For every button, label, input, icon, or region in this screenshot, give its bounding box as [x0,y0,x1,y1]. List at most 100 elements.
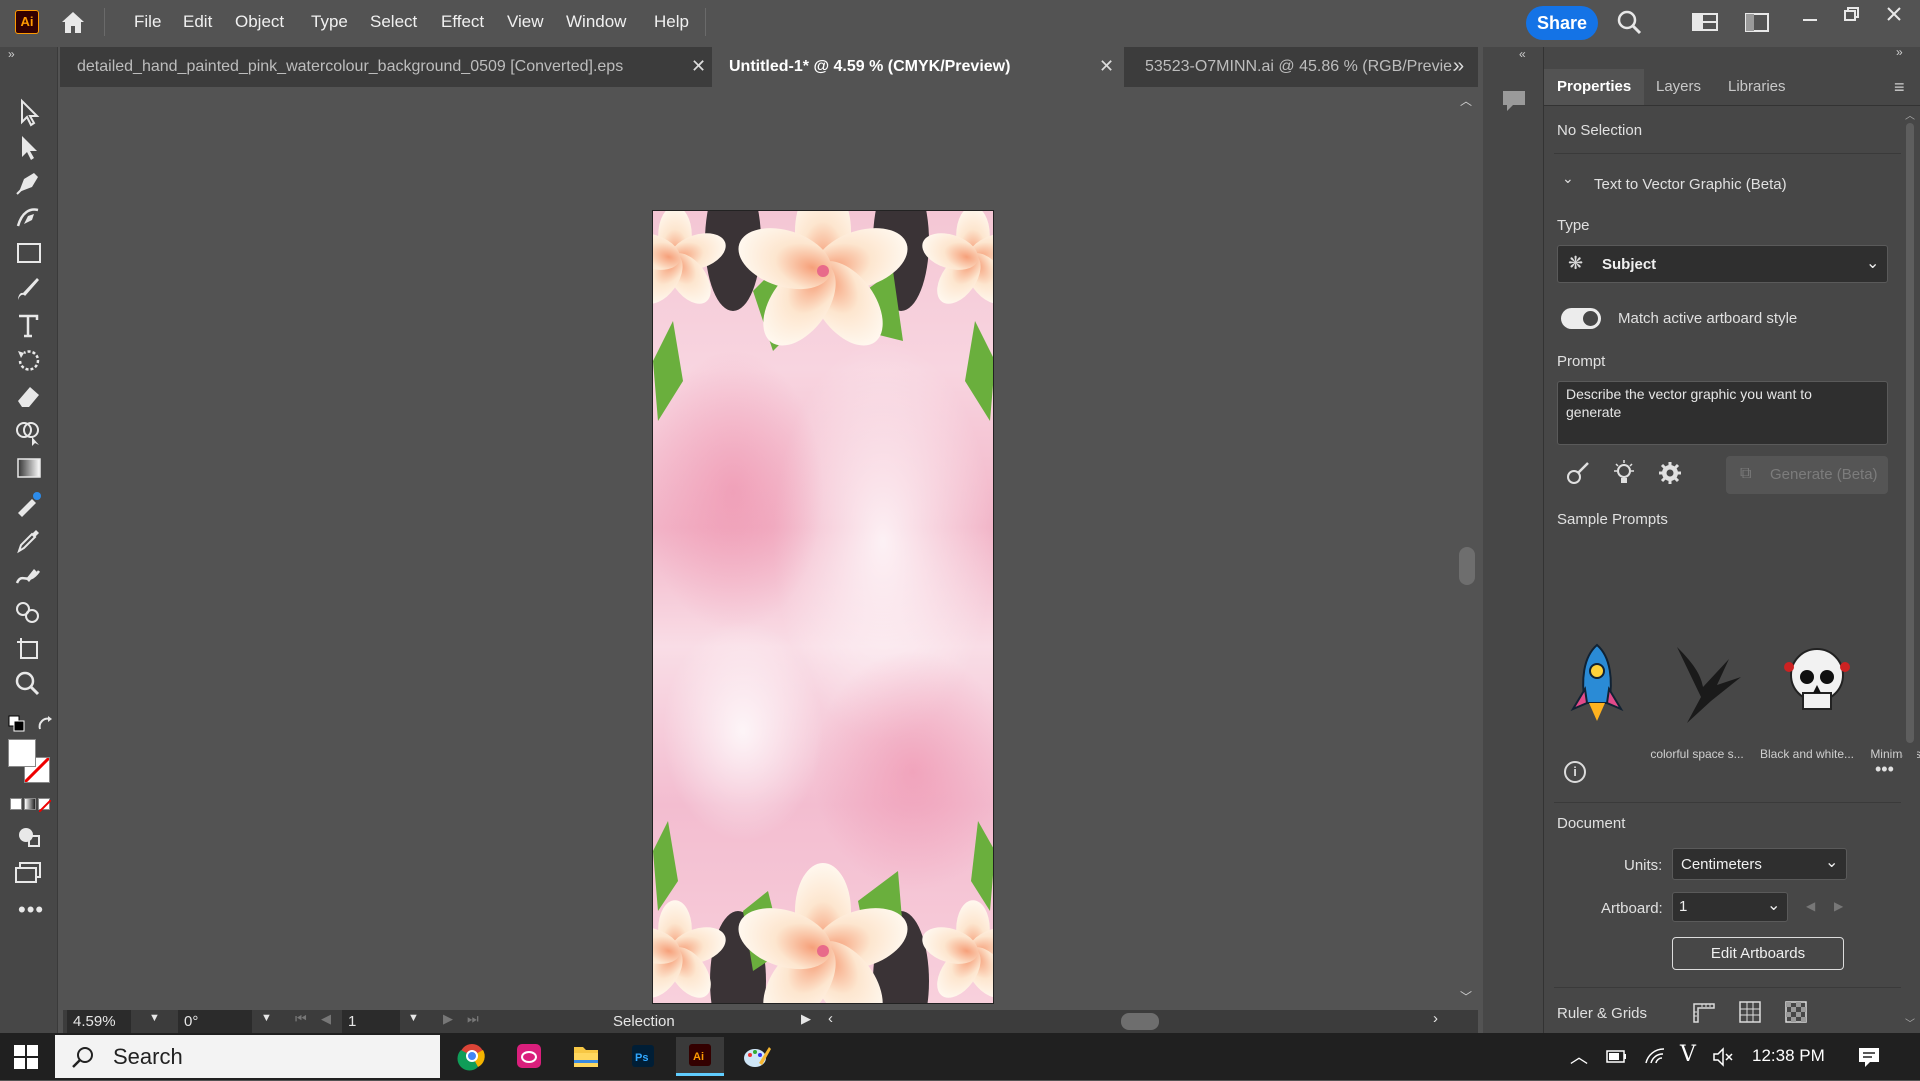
chevron-down-icon[interactable]: ⌄ [1562,170,1574,187]
vertical-scrollbar[interactable]: ︿ ﹀ [1456,90,1478,1008]
transparency-grid-button[interactable] [1784,1000,1808,1024]
collapse-panel-icon[interactable]: » [1896,45,1903,59]
sample-prompt-1[interactable]: colorful space s... [1547,637,1744,761]
settings-button[interactable] [1656,459,1684,487]
minimize-button[interactable] [1796,6,1826,34]
info-icon[interactable]: i [1564,761,1586,783]
start-button[interactable] [14,1045,38,1069]
panel-menu-icon[interactable]: ≡ [1894,77,1905,98]
menu-select[interactable]: Select [370,0,417,44]
canvas-area[interactable] [63,90,1453,1008]
tab-layers[interactable]: Layers [1656,69,1701,105]
close-window-button[interactable] [1880,2,1910,30]
draw-mode-tool[interactable] [12,821,48,853]
direct-selection-tool[interactable] [12,132,48,164]
puppet-warp-tool[interactable] [12,561,48,593]
tab-properties[interactable]: Properties [1557,69,1631,105]
suggestions-button[interactable] [1610,459,1638,487]
color-mode-icon[interactable] [10,798,22,810]
scroll-down-icon[interactable]: ﹀ [1460,988,1472,1005]
artboard-dropdown-icon[interactable]: ▼ [408,1012,419,1024]
screen-mode-tool[interactable] [12,857,48,889]
taskbar-chrome[interactable] [448,1037,496,1076]
prev-artboard-icon[interactable]: ◀ [321,1011,331,1027]
home-button[interactable] [58,8,88,36]
sample-prompt-3[interactable]: Minimal skull wi... [1767,637,1920,761]
tab-libraries[interactable]: Libraries [1728,69,1786,105]
battery-status[interactable] [1606,1047,1628,1067]
gradient-tool[interactable] [12,453,48,485]
scroll-up-icon[interactable]: ︿ [1460,92,1472,109]
more-tools-icon[interactable]: ••• [18,897,44,923]
artboard[interactable] [652,210,994,1004]
none-mode-icon[interactable] [38,798,52,813]
next-artboard-icon[interactable]: ▶ [1834,899,1843,913]
more-tabs-icon[interactable]: » [1453,55,1464,78]
scroll-right-icon[interactable]: › [1433,1010,1438,1027]
zoom-dropdown-icon[interactable]: ▼ [149,1012,160,1024]
notifications-button[interactable] [1857,1045,1881,1069]
share-button[interactable]: Share [1526,6,1598,40]
collapse-toolbar-icon[interactable]: » [8,47,15,61]
workspace-switcher[interactable] [1690,8,1720,36]
default-colors-button[interactable] [8,715,26,733]
network-status[interactable] [1643,1045,1667,1067]
grid-button[interactable] [1738,1000,1762,1024]
last-artboard-icon[interactable]: ⏭ [467,1011,479,1027]
collapse-dock-icon[interactable]: « [1519,47,1526,61]
curvature-tool[interactable] [12,202,48,234]
pen-tool[interactable] [12,167,48,199]
prompt-input[interactable]: Describe the vector graphic you want to … [1557,381,1888,445]
rotation-dropdown-icon[interactable]: ▼ [261,1012,272,1024]
taskbar-illustrator[interactable]: Ai [676,1037,724,1076]
next-artboard-icon[interactable]: ▶ [443,1011,453,1027]
menu-view[interactable]: View [507,0,544,44]
style-picker-button[interactable] [1564,459,1592,487]
pen-menu-icon[interactable]: V [1680,1042,1696,1067]
gradient-mode-icon[interactable] [24,798,36,810]
menu-effect[interactable]: Effect [441,0,484,44]
comments-button[interactable] [1499,85,1529,115]
color-mode-buttons[interactable] [10,798,52,813]
taskbar-paint[interactable] [733,1037,781,1076]
volume-status[interactable] [1712,1046,1734,1068]
tab-document-1[interactable]: detailed_hand_painted_pink_watercolour_b… [60,47,707,87]
first-artboard-icon[interactable]: ⏮ [295,1011,307,1027]
scroll-left-icon[interactable]: ‹ [828,1010,833,1027]
eraser-tool[interactable] [12,381,48,413]
close-tab-2-icon[interactable]: ✕ [1099,56,1114,77]
section-title[interactable]: Text to Vector Graphic (Beta) [1594,176,1787,193]
prev-artboard-icon[interactable]: ◀ [1806,899,1815,913]
swap-colors-button[interactable] [36,715,54,733]
clock[interactable]: 12:38 PM [1752,1046,1825,1066]
close-tab-1-icon[interactable]: ✕ [691,56,706,77]
scroll-thumb[interactable] [1459,547,1475,585]
taskbar-photoshop[interactable]: Ps [619,1037,667,1076]
eyedropper-tool[interactable] [12,525,48,557]
tab-document-2[interactable]: Untitled-1* @ 4.59 % (CMYK/Preview) [712,47,1124,87]
status-menu-icon[interactable]: ▶ [801,1011,811,1027]
rotate-tool[interactable] [12,345,48,377]
type-tool[interactable] [12,310,48,342]
restore-button[interactable] [1838,2,1868,30]
menu-window[interactable]: Window [566,0,626,44]
mesh-recolor-tool[interactable] [12,489,48,521]
tab-document-3[interactable]: 53523-O7MINN.ai @ 45.86 % (RGB/Previe... [1128,47,1458,87]
paintbrush-tool[interactable] [12,274,48,306]
more-options-icon[interactable]: ••• [1875,759,1894,780]
scroll-up-icon[interactable]: ︿ [1905,107,1915,122]
taskbar-file-explorer[interactable] [562,1037,610,1076]
fill-swatch[interactable] [8,739,36,767]
artboard-tool[interactable] [12,633,48,665]
menu-help[interactable]: Help [654,0,689,44]
rulers-button[interactable] [1692,1000,1716,1024]
match-style-toggle[interactable] [1561,308,1601,329]
rectangle-tool[interactable] [12,238,48,270]
generate-button[interactable]: ⧉ Generate (Beta) [1726,456,1888,494]
panel-scrollbar[interactable]: ︿ ﹀ [1903,107,1917,1033]
sample-prompt-2[interactable]: Black and white... [1657,637,1854,761]
taskbar-search[interactable]: Search [55,1035,440,1078]
rotation-field[interactable]: 0° [178,1010,252,1033]
shape-builder-tool[interactable] [12,417,48,449]
menu-edit[interactable]: Edit [183,0,212,44]
